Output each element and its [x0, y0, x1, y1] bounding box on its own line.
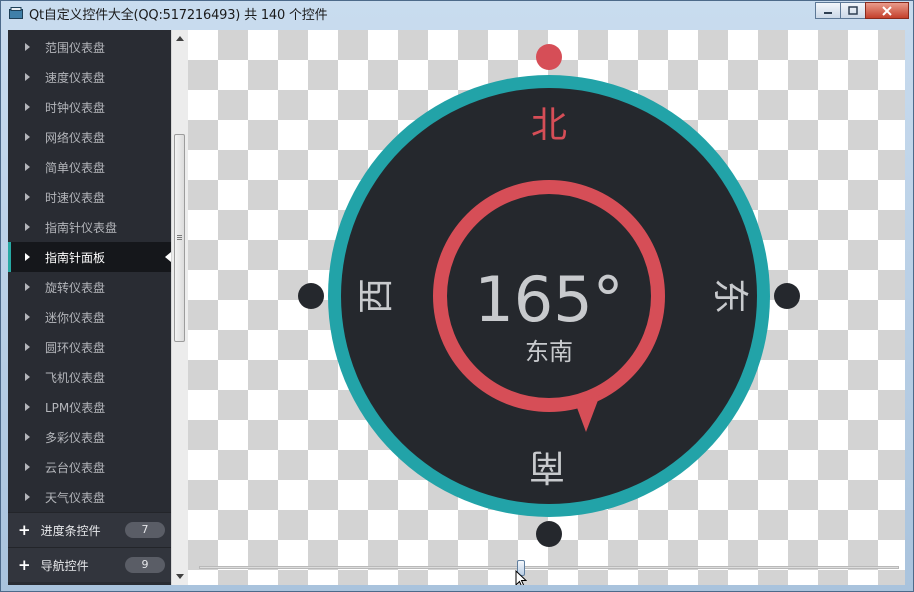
sidebar-item-label: 时速仪表盘 — [45, 190, 106, 205]
sidebar-group[interactable]: + 导航控件 9 — [8, 547, 171, 582]
sidebar-item[interactable]: 天气仪表盘 — [8, 482, 171, 512]
scroll-down-icon[interactable] — [176, 574, 184, 579]
scrollbar-thumb[interactable] — [174, 134, 185, 342]
east-dot[interactable] — [774, 283, 800, 309]
south-dot[interactable] — [536, 521, 562, 547]
caret-right-icon — [25, 193, 30, 201]
minimize-icon — [824, 11, 832, 14]
sidebar-item[interactable]: 指南针面板 — [8, 242, 171, 272]
sidebar-item[interactable]: 云台仪表盘 — [8, 452, 171, 482]
sidebar-group-label: 进度条控件 — [40, 523, 101, 538]
sidebar-item[interactable]: 迷你仪表盘 — [8, 302, 171, 332]
caret-right-icon — [25, 43, 30, 51]
west-label: 西 — [356, 278, 397, 314]
degree-value: 165° — [474, 263, 623, 336]
caret-right-icon — [25, 343, 30, 351]
close-button[interactable] — [865, 2, 909, 19]
sidebar-scrollbar[interactable] — [171, 30, 188, 585]
caret-right-icon — [25, 253, 30, 261]
title-bar[interactable]: Qt自定义控件大全(QQ:517216493) 共 140 个控件 — [1, 1, 913, 25]
sidebar-item[interactable]: 旋转仪表盘 — [8, 272, 171, 302]
sidebar-item-label: 时钟仪表盘 — [45, 100, 106, 115]
caret-right-icon — [25, 103, 30, 111]
client-area: 范围仪表盘速度仪表盘时钟仪表盘网络仪表盘简单仪表盘时速仪表盘指南针仪表盘 指南针面… — [8, 30, 905, 585]
sidebar-item[interactable]: 网络仪表盘 — [8, 122, 171, 152]
value-slider[interactable] — [199, 560, 899, 576]
app-icon — [9, 7, 23, 19]
caret-right-icon — [25, 493, 30, 501]
north-label: 北 — [531, 105, 567, 146]
sidebar-item-label: 简单仪表盘 — [45, 160, 106, 175]
sidebar-item-label: 飞机仪表盘 — [45, 370, 106, 385]
grip-icon — [177, 235, 182, 236]
caret-right-icon — [25, 223, 30, 231]
preview-canvas: 北 南 东 西 165° 东南 — [188, 30, 905, 585]
caret-right-icon — [25, 463, 30, 471]
sidebar-item[interactable]: 时速仪表盘 — [8, 182, 171, 212]
east-label: 东 — [709, 278, 750, 314]
sidebar-item-label: 圆环仪表盘 — [45, 340, 106, 355]
sidebar-group[interactable]: + 进度条控件 7 — [8, 512, 171, 547]
south-label: 南 — [529, 446, 565, 487]
mouse-cursor-icon — [515, 570, 527, 585]
direction-text: 东南 — [525, 338, 573, 366]
sidebar-item-label: 指南针仪表盘 — [45, 220, 118, 235]
sidebar-item-label: 迷你仪表盘 — [45, 310, 106, 325]
minimize-button[interactable] — [815, 2, 841, 19]
north-dot[interactable] — [536, 44, 562, 70]
count-badge: 9 — [125, 557, 165, 573]
sidebar-group-label: 导航控件 — [40, 558, 89, 573]
caret-right-icon — [25, 73, 30, 81]
caret-right-icon — [25, 133, 30, 141]
sidebar-nav: 范围仪表盘速度仪表盘时钟仪表盘网络仪表盘简单仪表盘时速仪表盘指南针仪表盘 指南针面… — [8, 30, 171, 585]
maximize-icon — [848, 6, 858, 15]
sidebar-item-label: 旋转仪表盘 — [45, 280, 106, 295]
maximize-button[interactable] — [840, 2, 866, 19]
caret-right-icon — [25, 373, 30, 381]
caret-right-icon — [25, 313, 30, 321]
sidebar-item[interactable]: 时钟仪表盘 — [8, 92, 171, 122]
sidebar-item[interactable]: 简单仪表盘 — [8, 152, 171, 182]
sidebar-item[interactable]: 速度仪表盘 — [8, 62, 171, 92]
close-icon — [882, 5, 892, 16]
compass-panel: 北 南 东 西 165° 东南 — [298, 44, 800, 547]
sidebar-item[interactable]: 圆环仪表盘 — [8, 332, 171, 362]
window-title: Qt自定义控件大全(QQ:517216493) 共 140 个控件 — [29, 8, 328, 23]
sidebar-item-label: 云台仪表盘 — [45, 460, 106, 475]
west-dot[interactable] — [298, 283, 324, 309]
sidebar-item-label: 多彩仪表盘 — [45, 430, 106, 445]
sidebar-item-label: 天气仪表盘 — [45, 490, 106, 505]
plus-icon: + — [18, 521, 31, 539]
sidebar-item-label: 速度仪表盘 — [45, 70, 106, 85]
caret-right-icon — [25, 433, 30, 441]
scroll-up-icon[interactable] — [176, 36, 184, 41]
plus-icon: + — [18, 556, 31, 574]
sidebar-item[interactable]: 指南针仪表盘 — [8, 212, 171, 242]
count-badge: 7 — [125, 522, 165, 538]
sidebar-item-label: 指南针面板 — [45, 250, 106, 265]
sidebar-item[interactable]: 多彩仪表盘 — [8, 422, 171, 452]
sidebar-item[interactable]: LPM仪表盘 — [8, 392, 171, 422]
sidebar-item[interactable]: 范围仪表盘 — [8, 32, 171, 62]
sidebar-item-label: 网络仪表盘 — [45, 130, 106, 145]
app-window: Qt自定义控件大全(QQ:517216493) 共 140 个控件 范围仪表盘速… — [0, 0, 914, 592]
caret-right-icon — [25, 403, 30, 411]
sidebar-item-label: LPM仪表盘 — [45, 400, 106, 415]
caret-right-icon — [25, 283, 30, 291]
sidebar-item-label: 范围仪表盘 — [45, 40, 106, 55]
caret-right-icon — [25, 163, 30, 171]
sidebar-item[interactable]: 飞机仪表盘 — [8, 362, 171, 392]
